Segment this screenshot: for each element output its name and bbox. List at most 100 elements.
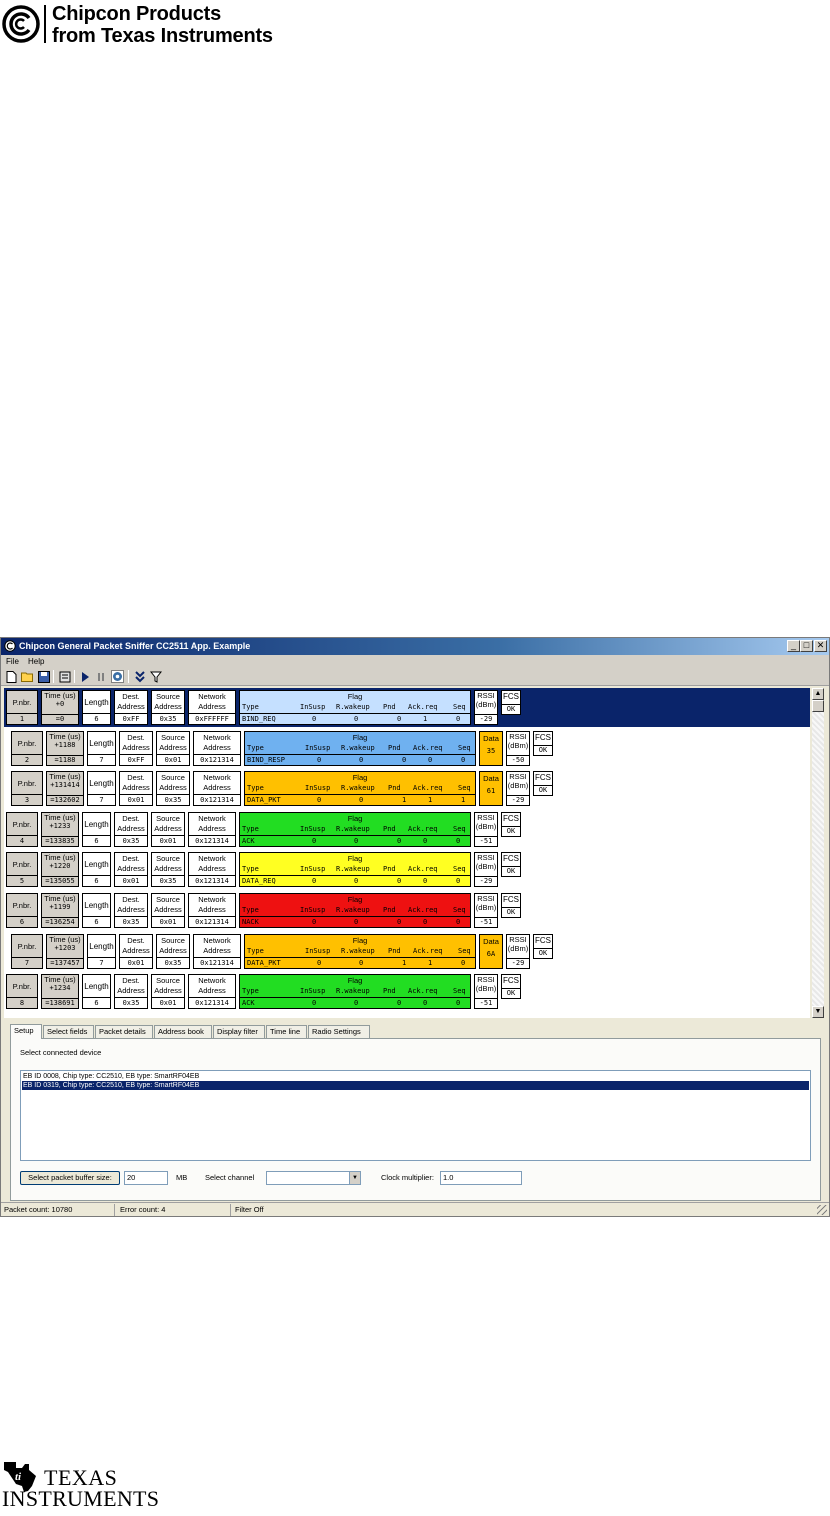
menu-file[interactable]: File: [6, 657, 19, 667]
packet-row[interactable]: P.nbr. 5 Time (us) +1220 =135055 Length 6 Dest.…: [4, 850, 810, 889]
fcs-value: OK: [538, 948, 548, 957]
tab-radio-settings[interactable]: Radio Settings: [308, 1025, 370, 1038]
flag-seq-value: 0: [456, 836, 461, 845]
maximize-button[interactable]: □: [800, 640, 813, 652]
flag-column-label: Pnd: [388, 743, 401, 752]
window-titlebar[interactable]: Chipcon General Packet Sniffer CC2511 Ap…: [1, 638, 829, 655]
flag-type-value: NACK: [242, 918, 259, 926]
pause-icon[interactable]: [95, 670, 108, 683]
flag-column-label: Seq: [453, 865, 466, 874]
packet-list[interactable]: P.nbr. 1 Time (us) +0 =0 Length 6 Dest. Address 0…: [4, 688, 810, 1018]
packet-number-cell: P.nbr. 4: [6, 811, 38, 847]
dest-address-cell: Dest. Address 0xFF: [119, 730, 153, 766]
buffer-size-input[interactable]: 20: [124, 1171, 168, 1185]
source-address-cell-label: Source: [156, 895, 180, 904]
timestamp-cell: Time (us) +0 =0: [41, 690, 79, 725]
time-delta: +1203: [54, 943, 76, 952]
flag-column-label: Pnd: [383, 987, 396, 996]
time-absolute: =135055: [45, 877, 75, 886]
flag-column-label: Ack.req: [408, 865, 438, 874]
tab-setup[interactable]: Setup: [10, 1024, 42, 1039]
rssi-unit-label: (dBm): [507, 943, 529, 953]
length-cell: Length 6: [82, 893, 111, 928]
dest-address-cell-label: Address: [117, 823, 145, 833]
settings-icon[interactable]: [111, 670, 124, 683]
flag-label: Flag: [352, 773, 368, 783]
flag-label: Flag: [347, 692, 363, 701]
filter-icon[interactable]: [149, 670, 162, 683]
packet-list-scrollbar[interactable]: ▲ ▼: [812, 688, 824, 1018]
dest-address-cell-label: Dest.: [122, 895, 140, 904]
rssi-label: RSSI: [477, 691, 495, 700]
packet-number: 3: [24, 796, 30, 805]
tab-select-fields[interactable]: Select fields: [43, 1025, 94, 1038]
rssi-label: RSSI: [509, 934, 527, 944]
menu-help[interactable]: Help: [28, 657, 44, 667]
packet-row[interactable]: P.nbr. 3 Time (us) +131414 =132602 Length 7 Des…: [4, 769, 810, 808]
save-icon[interactable]: [37, 670, 50, 683]
dest-address-cell-label: Address: [117, 905, 145, 914]
channel-select[interactable]: ▼: [266, 1171, 361, 1185]
cell-divider: [115, 875, 147, 877]
cell-divider: [83, 997, 110, 999]
texas-instruments-logo: ti TEXAS INSTRUMENTS: [0, 1452, 175, 1514]
time-label: Time (us): [44, 975, 76, 985]
dest-address-cell-label: Address: [122, 945, 150, 955]
packet-row[interactable]: P.nbr. 4 Time (us) +1233 =133835 Length 6 Dest.…: [4, 810, 810, 849]
open-folder-icon[interactable]: [21, 670, 34, 683]
time-absolute: =1188: [54, 755, 76, 764]
scroll-down-arrow-icon[interactable]: ▼: [812, 1006, 824, 1018]
packet-number-cell: P.nbr. 3: [11, 771, 43, 807]
network-address-cell-label: Address: [203, 742, 231, 752]
flag-seq-value: 1: [461, 796, 466, 805]
toolbar-separator: [53, 670, 54, 683]
flag-column-label: Seq: [453, 987, 466, 996]
scroll-up-arrow-icon[interactable]: ▲: [812, 688, 824, 700]
packet-row[interactable]: P.nbr. 2 Time (us) +1188 =1188 Length 7 Dest. Ad…: [4, 729, 810, 768]
flag-column-label: InSusp: [305, 946, 331, 955]
resize-grip-icon[interactable]: [817, 1205, 827, 1215]
fcs-label: FCS: [503, 976, 519, 986]
flag-column-label: Type: [242, 987, 259, 996]
scroll-down-icon[interactable]: [133, 670, 146, 683]
length-cell: Length 7: [87, 730, 116, 766]
device-list-item[interactable]: EB ID 0008, Chip type: CC2510, EB type: …: [22, 1072, 809, 1081]
network-address-cell-value: 0x121314: [195, 999, 229, 1008]
fcs-label: FCS: [503, 854, 519, 864]
tab-time-line[interactable]: Time line: [266, 1025, 307, 1038]
rssi-unit-label: (dBm): [475, 821, 497, 831]
packet-row[interactable]: P.nbr. 7 Time (us) +1203 =137457 Length 7 Dest.…: [4, 932, 810, 971]
device-list[interactable]: EB ID 0008, Chip type: CC2510, EB type: …: [20, 1070, 811, 1161]
packet-row[interactable]: P.nbr. 8 Time (us) +1234 =138691 Length 6 Dest.…: [4, 972, 810, 1011]
length-label: Length: [84, 698, 109, 707]
fcs-value: OK: [506, 705, 516, 713]
fcs-value: OK: [506, 989, 516, 998]
network-address-cell-label: Address: [198, 823, 226, 833]
tab-packet-details[interactable]: Packet details: [95, 1025, 153, 1038]
flag-type-value: BIND_RESP: [247, 755, 285, 764]
packet-number-label: P.nbr.: [17, 779, 37, 789]
flag-value-row: NACK 0 0 0 0 0: [240, 916, 470, 926]
chevron-down-icon[interactable]: ▼: [349, 1172, 360, 1184]
flag-insusp-value: 0: [312, 999, 317, 1008]
scroll-thumb[interactable]: [812, 700, 824, 712]
fcs-cell: FCS OK: [533, 730, 553, 756]
data-value: 6A: [486, 949, 496, 958]
new-file-icon[interactable]: [5, 670, 18, 683]
clock-multiplier-input[interactable]: 1.0: [440, 1171, 522, 1185]
tab-address-book[interactable]: Address book: [154, 1025, 212, 1038]
source-address-cell: Source Address 0x35: [151, 690, 185, 725]
tab-display-filter[interactable]: Display filter: [213, 1025, 265, 1038]
packet-row[interactable]: P.nbr. 6 Time (us) +1199 =136254 Length 6 Dest.…: [4, 891, 810, 930]
window-title: Chipcon General Packet Sniffer CC2511 Ap…: [19, 641, 251, 651]
close-button[interactable]: ✕: [814, 640, 827, 652]
minimize-button[interactable]: _: [787, 640, 800, 652]
fcs-cell: FCS OK: [501, 974, 521, 1000]
device-list-item[interactable]: EB ID 0319, Chip type: CC2510, EB type: …: [22, 1081, 809, 1090]
time-label: Time (us): [49, 772, 81, 782]
clear-icon[interactable]: [58, 670, 71, 683]
select-buffer-size-button[interactable]: Select packet buffer size:: [20, 1171, 120, 1185]
play-icon[interactable]: [79, 670, 92, 683]
flag-pnd-value: 0: [397, 999, 402, 1008]
packet-row[interactable]: P.nbr. 1 Time (us) +0 =0 Length 6 Dest. Address 0…: [4, 688, 810, 727]
